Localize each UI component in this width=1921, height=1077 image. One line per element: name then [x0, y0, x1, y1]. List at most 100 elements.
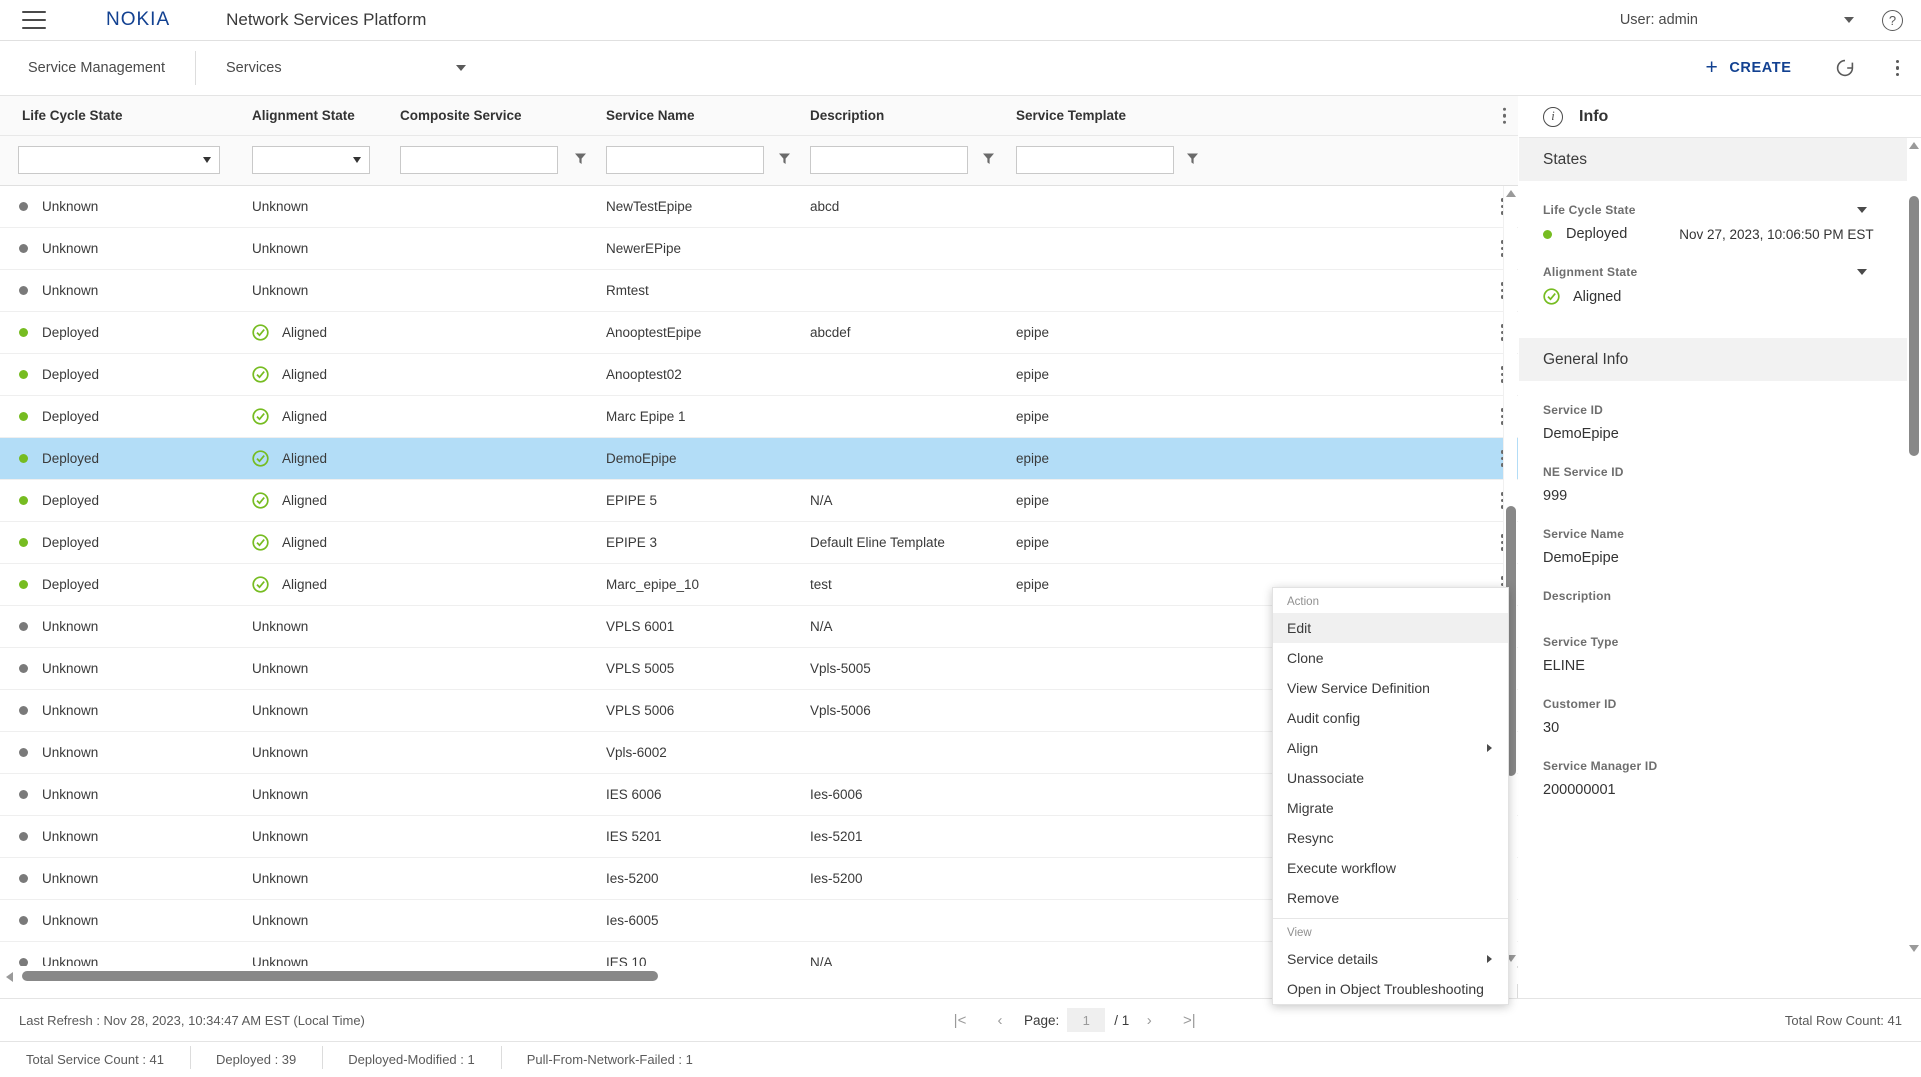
grid-horizontal-scroll-thumb[interactable]	[22, 971, 658, 981]
context-menu-item-edit[interactable]: Edit	[1273, 613, 1508, 643]
table-row[interactable]: UnknownUnknownNewerEPipe	[0, 228, 1518, 270]
last-page-button[interactable]: >|	[1169, 1012, 1209, 1029]
context-menu-item-view-service-definition[interactable]: View Service Definition	[1273, 673, 1508, 703]
help-icon[interactable]: ?	[1882, 10, 1903, 31]
life-cycle-state-text: Deployed	[42, 577, 99, 592]
prev-page-button[interactable]: ‹	[980, 1012, 1020, 1029]
life-cycle-state-text: Deployed	[42, 493, 99, 508]
filter-input-service-template[interactable]	[1016, 146, 1174, 174]
next-page-button[interactable]: ›	[1129, 1012, 1169, 1029]
life-cycle-state-value: Deployed	[1566, 226, 1627, 242]
scroll-left-icon[interactable]	[6, 972, 13, 982]
scroll-up-icon[interactable]	[1506, 190, 1516, 197]
footer-stat: Total Service Count : 41	[0, 1052, 190, 1067]
context-menu-item-resync[interactable]: Resync	[1273, 823, 1508, 853]
top-bar: NOKIA Network Services Platform User: ad…	[0, 0, 1921, 41]
table-row[interactable]: DeployedAlignedDemoEpipeepipe	[0, 438, 1518, 480]
column-header-description[interactable]: Description	[810, 108, 884, 123]
user-menu-chevron-down-icon[interactable]	[1844, 17, 1854, 23]
toolbar-overflow-button[interactable]	[1892, 56, 1904, 81]
info-panel-body: States Life Cycle State Deployed Nov 27,…	[1519, 138, 1907, 956]
column-header-composite-service[interactable]: Composite Service	[400, 108, 522, 123]
filter-funnel-icon[interactable]	[778, 152, 791, 170]
filter-funnel-icon[interactable]	[982, 152, 995, 170]
context-menu-item-execute-workflow[interactable]: Execute workflow	[1273, 853, 1508, 883]
filter-select-life-cycle-state[interactable]	[18, 146, 220, 174]
row-context-menu: ActionEditCloneView Service DefinitionAu…	[1272, 587, 1509, 1005]
info-panel-scrollbar[interactable]	[1907, 138, 1921, 956]
context-menu-item-remove[interactable]: Remove	[1273, 883, 1508, 913]
context-menu-item-clone[interactable]: Clone	[1273, 643, 1508, 673]
page-label: Page:	[1024, 1013, 1059, 1028]
status-dot-green	[19, 580, 28, 589]
column-header-life-cycle-state[interactable]: Life Cycle State	[22, 108, 123, 123]
grid-header-overflow-button[interactable]	[1499, 103, 1511, 128]
view-select[interactable]: Services	[226, 60, 466, 76]
main-content: Service Template Description Service Name C…	[0, 96, 1921, 998]
life-cycle-state-text: Unknown	[42, 241, 98, 256]
life-cycle-state-timestamp: Nov 27, 2023, 10:06:50 PM EST	[1679, 227, 1873, 242]
cell-life-cycle-state: Unknown	[19, 199, 98, 214]
table-row[interactable]: DeployedAlignedEPIPE 3Default Eline Temp…	[0, 522, 1518, 564]
check-circle-icon	[252, 324, 269, 341]
hamburger-icon[interactable]	[22, 11, 46, 29]
life-cycle-state-text: Unknown	[42, 199, 98, 214]
context-menu-item-service-details[interactable]: Service details	[1273, 944, 1508, 974]
cell-life-cycle-state: Unknown	[19, 661, 98, 676]
info-panel-scroll-thumb[interactable]	[1909, 196, 1919, 456]
context-menu-item-audit-config[interactable]: Audit config	[1273, 703, 1508, 733]
column-header-service-name[interactable]: Service Name	[606, 108, 695, 123]
life-cycle-state-chevron-down-icon[interactable]	[1857, 207, 1867, 213]
context-menu-item-label: Remove	[1287, 890, 1339, 906]
alignment-state-row: Alignment State	[1543, 265, 1883, 279]
cell-alignment-state: Unknown	[252, 829, 308, 844]
info-scroll-down-icon[interactable]	[1909, 945, 1919, 952]
create-button[interactable]: + CREATE	[1705, 56, 1791, 80]
life-cycle-state-text: Unknown	[42, 745, 98, 760]
status-dot-green	[19, 328, 28, 337]
table-row[interactable]: DeployedAlignedEPIPE 5N/Aepipe	[0, 480, 1518, 522]
alignment-state-chevron-down-icon[interactable]	[1857, 269, 1867, 275]
table-row[interactable]: DeployedAlignedMarc Epipe 1epipe	[0, 396, 1518, 438]
breadcrumb-service-management[interactable]: Service Management	[0, 60, 165, 76]
last-refresh-label: Last Refresh : Nov 28, 2023, 10:34:47 AM…	[0, 1013, 365, 1028]
spacer	[1543, 612, 1883, 635]
cell-description: Vpls-5006	[810, 703, 871, 718]
cell-service-name: IES 10	[606, 955, 647, 966]
filter-input-composite-service[interactable]	[400, 146, 558, 174]
filter-funnel-icon[interactable]	[574, 152, 587, 170]
states-section-header: States	[1519, 138, 1907, 181]
table-row[interactable]: DeployedAlignedAnooptestEpipeabcdefepipe	[0, 312, 1518, 354]
filter-input-description[interactable]	[810, 146, 968, 174]
table-row[interactable]: DeployedAlignedAnooptest02epipe	[0, 354, 1518, 396]
filter-funnel-icon[interactable]	[1186, 152, 1199, 170]
cell-service-name: VPLS 5005	[606, 661, 674, 676]
filter-input-service-name[interactable]	[606, 146, 764, 174]
page-number-input[interactable]	[1067, 1008, 1105, 1032]
info-scroll-up-icon[interactable]	[1909, 142, 1919, 149]
refresh-icon[interactable]	[1834, 57, 1856, 79]
cell-alignment-state: Aligned	[252, 534, 327, 551]
filter-select-alignment-state[interactable]	[252, 146, 370, 174]
cell-service-template: epipe	[1016, 325, 1049, 340]
info-field-value-ne-service-id: 999	[1543, 488, 1883, 504]
pagination-controls: |< ‹ Page: / 1 › >|	[940, 1008, 1209, 1032]
column-header-service-template[interactable]: Service Template	[1016, 108, 1126, 123]
context-menu-item-align[interactable]: Align	[1273, 733, 1508, 763]
column-header-alignment-state[interactable]: Alignment State	[252, 108, 355, 123]
table-row[interactable]: UnknownUnknownNewTestEpipeabcd	[0, 186, 1518, 228]
table-row[interactable]: UnknownUnknownRmtest	[0, 270, 1518, 312]
cell-description: N/A	[810, 955, 833, 966]
general-info-section-header: General Info	[1519, 338, 1907, 381]
cell-alignment-state: Unknown	[252, 745, 308, 760]
context-menu-item-migrate[interactable]: Migrate	[1273, 793, 1508, 823]
cell-alignment-state: Unknown	[252, 199, 308, 214]
first-page-button[interactable]: |<	[940, 1012, 980, 1029]
life-cycle-state-text: Unknown	[42, 871, 98, 886]
context-menu-item-unassociate[interactable]: Unassociate	[1273, 763, 1508, 793]
grid-filter-row	[0, 136, 1518, 186]
context-menu-item-open-in-object-troubleshooting[interactable]: Open in Object Troubleshooting	[1273, 974, 1508, 1004]
alignment-state-text: Unknown	[252, 871, 308, 886]
life-cycle-state-text: Unknown	[42, 955, 98, 966]
page-title: Network Services Platform	[226, 10, 426, 30]
